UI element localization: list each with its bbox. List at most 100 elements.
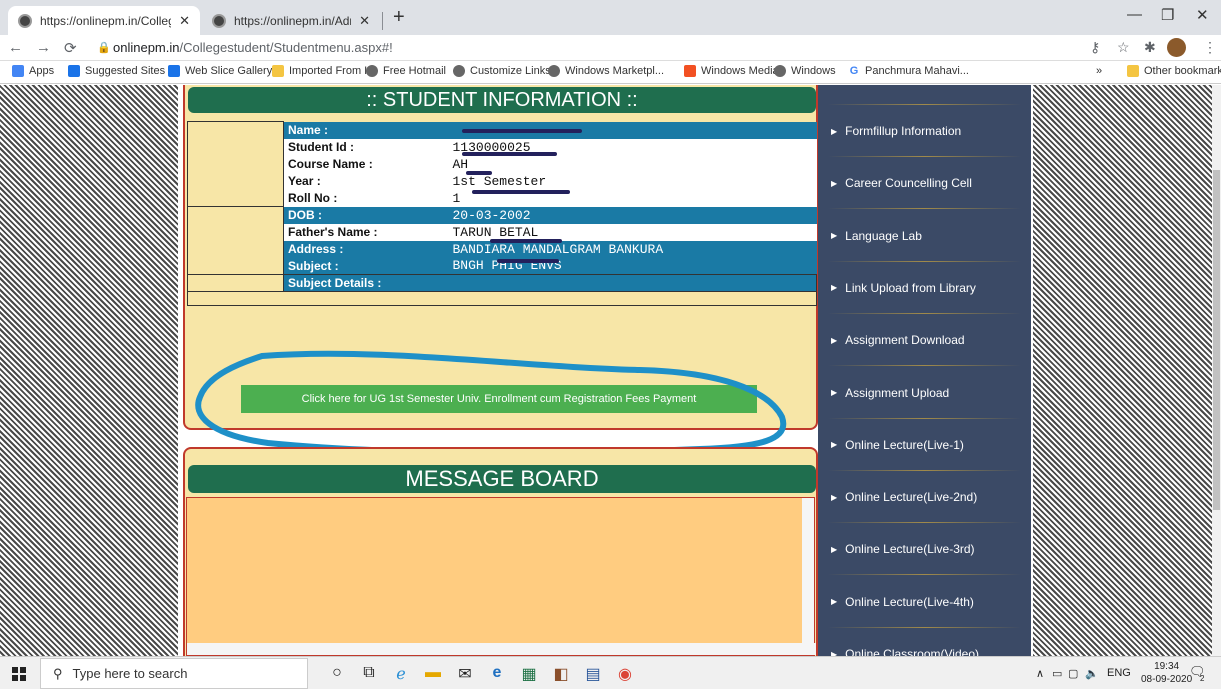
ie-browser-icon[interactable]: ℯ <box>390 664 412 684</box>
bookmark-windows-media[interactable]: Windows Media <box>684 65 779 77</box>
bookmark-label: Windows Media <box>701 65 779 77</box>
google-g-icon: G <box>848 65 860 77</box>
back-icon[interactable]: ← <box>8 39 23 56</box>
menu-item-label: Online Lecture(Live-2nd) <box>845 490 978 505</box>
star-bookmark-icon[interactable]: ☆ <box>1117 39 1130 56</box>
message-board-textarea[interactable] <box>186 497 816 656</box>
arrow-right-icon: ▶ <box>831 178 838 188</box>
address-toolbar: ← → ⟳ 🔒 onlinepm.in/Collegestudent/Stude… <box>0 35 1221 61</box>
bookmark-label: Web Slice Gallery <box>185 65 273 77</box>
reload-icon[interactable]: ⟳ <box>64 39 77 57</box>
url-path: /Collegestudent/Studentmenu.aspx#! <box>179 40 393 55</box>
message-board-vertical-scrollbar[interactable] <box>802 498 814 643</box>
mail-icon[interactable]: ✉ <box>454 664 476 684</box>
arrow-right-icon: ▶ <box>831 231 838 241</box>
lock-icon[interactable]: 🔒 <box>97 41 111 54</box>
battery-icon[interactable]: ▭ <box>1052 667 1062 680</box>
bookmark-windows[interactable]: Windows <box>774 65 836 77</box>
bookmark-windows-marketplace[interactable]: Windows Marketpl... <box>548 65 664 77</box>
close-tab-icon[interactable]: ✕ <box>179 13 190 29</box>
volume-icon[interactable]: 🔈 <box>1085 667 1099 680</box>
scrollbar-thumb[interactable] <box>1213 170 1220 510</box>
bookmarks-overflow-button[interactable]: » <box>1096 65 1102 77</box>
message-board-header: MESSAGE BOARD <box>188 465 816 493</box>
message-board-horizontal-scrollbar[interactable] <box>187 643 816 655</box>
windows-start-icon[interactable] <box>12 667 26 681</box>
menu-item[interactable]: ▶ Career Councelling Cell <box>818 157 1031 210</box>
tab-student-menu[interactable]: https://onlinepm.in/Collegestude ✕ <box>8 6 200 35</box>
globe-icon <box>548 65 560 77</box>
menu-item[interactable]: ▶ Online Classroom(Video) <box>818 628 1031 656</box>
tab-admission[interactable]: https://onlinepm.in/Admission/V ✕ <box>202 6 380 35</box>
bookmark-label: Other bookmarks <box>1144 65 1221 77</box>
new-tab-button[interactable]: + <box>393 6 405 29</box>
globe-icon <box>774 65 786 77</box>
bookmark-other[interactable]: Other bookmarks <box>1127 65 1221 77</box>
page-vertical-scrollbar[interactable] <box>1212 85 1221 656</box>
menu-item[interactable]: ▶ Online Lecture(Live-2nd) <box>818 471 1031 524</box>
close-tab-icon[interactable]: ✕ <box>359 13 370 29</box>
chrome-icon[interactable]: ◉ <box>614 664 636 684</box>
bookmark-free-hotmail[interactable]: Free Hotmail <box>366 65 446 77</box>
bookmark-panchmura[interactable]: G Panchmura Mahavi... <box>848 65 969 77</box>
maximize-button[interactable]: ❐ <box>1161 6 1174 24</box>
menu-divider <box>828 104 1021 105</box>
language-indicator[interactable]: ENG <box>1107 667 1131 679</box>
bookmark-suggested-sites[interactable]: Suggested Sites <box>68 65 165 77</box>
bookmark-label: Windows <box>791 65 836 77</box>
bing-icon <box>68 65 80 77</box>
password-key-icon[interactable]: ⚷ <box>1090 39 1100 56</box>
menu-item-label: Formfillup Information <box>845 124 962 138</box>
bookmark-imported-from-ie[interactable]: Imported From IE <box>272 65 375 77</box>
extensions-puzzle-icon[interactable]: ✱ <box>1144 39 1156 56</box>
tray-chevron-icon[interactable]: ∧ <box>1036 667 1044 680</box>
menu-item-label: Assignment Upload <box>845 385 950 400</box>
bookmarks-bar: Apps Suggested Sites Web Slice Gallery I… <box>0 61 1221 84</box>
menu-item-label: Link Upload from Library <box>845 280 976 295</box>
profile-avatar[interactable] <box>1167 38 1186 57</box>
bookmark-apps[interactable]: Apps <box>12 65 54 77</box>
minimize-button[interactable]: — <box>1127 6 1142 23</box>
student-side-menu: ▶ Formfillup Information ▶ Career Councelli… <box>818 85 1031 656</box>
tab-separator <box>382 12 383 30</box>
menu-item[interactable]: ▶ Language Lab <box>818 210 1031 262</box>
menu-item-label: Language Lab <box>845 228 922 243</box>
cortana-icon[interactable]: ○ <box>326 664 348 682</box>
arrow-right-icon: ▶ <box>831 597 838 607</box>
taskbar-clock[interactable]: 19:34 08-09-2020 <box>1141 660 1192 686</box>
clock-date: 08-09-2020 <box>1141 674 1193 685</box>
windows-logo-icon <box>684 65 696 77</box>
menu-item[interactable]: ▶ Online Lecture(Live-1) <box>818 419 1031 471</box>
menu-kebab-icon[interactable]: ⋮ <box>1203 39 1217 56</box>
bookmark-customize-links[interactable]: Customize Links <box>453 65 551 77</box>
menu-item[interactable]: ▶ Online Lecture(Live-3rd) <box>818 523 1031 576</box>
word-icon[interactable]: ▤ <box>582 664 604 684</box>
bookmark-label: Apps <box>29 65 55 77</box>
menu-item[interactable]: ▶ Link Upload from Library <box>818 262 1031 314</box>
bookmark-label: Windows Marketpl... <box>565 65 665 77</box>
taskbar-search-box[interactable]: ⚲ Type here to search <box>40 658 308 689</box>
forward-icon[interactable]: → <box>36 39 51 56</box>
excel-icon[interactable]: ▦ <box>518 664 540 684</box>
menu-item[interactable]: ▶ Assignment Upload <box>818 367 1031 419</box>
clock-time: 19:34 <box>1154 661 1180 672</box>
task-view-icon[interactable]: ⧉ <box>358 664 380 682</box>
search-placeholder: Type here to search <box>72 666 188 681</box>
bookmark-web-slice-gallery[interactable]: Web Slice Gallery <box>168 65 272 77</box>
arrow-right-icon: ▶ <box>831 126 838 136</box>
edge-icon[interactable]: e <box>486 664 508 682</box>
url-field[interactable]: onlinepm.in/Collegestudent/Studentmenu.a… <box>113 40 393 55</box>
network-icon[interactable]: ▢ <box>1068 667 1078 680</box>
file-explorer-icon[interactable]: ▬ <box>422 664 444 682</box>
arrow-right-icon: ▶ <box>831 544 838 554</box>
menu-item[interactable]: ▶ Assignment Download <box>818 314 1031 367</box>
menu-item[interactable]: ▶ Formfillup Information <box>818 105 1031 157</box>
message-board-panel: MESSAGE BOARD <box>183 447 818 656</box>
menu-item-label: Online Lecture(Live-1) <box>845 437 964 452</box>
close-window-button[interactable]: ✕ <box>1196 6 1209 24</box>
menu-item[interactable]: ▶ Online Lecture(Live-4th) <box>818 576 1031 628</box>
notification-count: 2 <box>1200 674 1205 683</box>
browser-tab-strip: https://onlinepm.in/Collegestude ✕ https… <box>0 0 1221 35</box>
access-icon[interactable]: ◧ <box>550 664 572 684</box>
apps-grid-icon <box>12 65 24 77</box>
